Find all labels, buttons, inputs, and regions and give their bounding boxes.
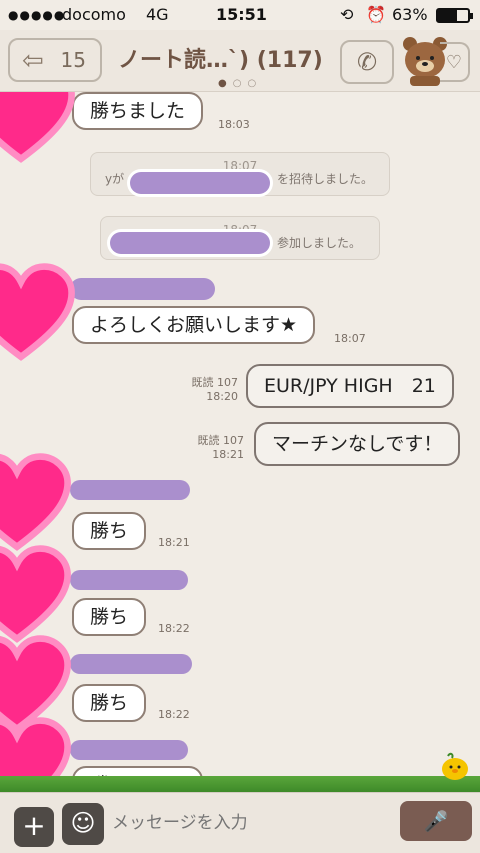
- alarm-icon: ⏰: [366, 5, 386, 24]
- message-time: 18:20: [206, 390, 238, 403]
- message-bubble[interactable]: よろしくお願いします★: [72, 306, 316, 344]
- message-time: 18:21: [158, 536, 190, 549]
- page-dot: ○: [247, 78, 263, 89]
- redacted-sender-name: [70, 480, 190, 500]
- chick-icon: [442, 752, 468, 780]
- message-input-bar: + ☺ 🎤: [0, 792, 480, 853]
- redacted-sender-name: [70, 654, 192, 674]
- read-receipt: 既読 107: [191, 376, 239, 389]
- plus-button[interactable]: +: [14, 807, 54, 847]
- menu-button[interactable]: ♡: [440, 42, 470, 82]
- battery-percent: 63%: [392, 5, 428, 24]
- message-bubble[interactable]: 勝ち: [72, 684, 147, 722]
- my-message-bubble[interactable]: マーチンなしです！: [254, 422, 461, 466]
- rotation-lock-icon: ⟲: [340, 5, 354, 24]
- message-time: 18:21: [212, 448, 244, 461]
- voice-button[interactable]: 🎤: [400, 801, 472, 841]
- page-indicator: ●○○: [218, 78, 262, 89]
- message-time: 18:22: [158, 708, 190, 721]
- my-message-bubble[interactable]: EUR/JPY HIGH 21: [246, 364, 454, 408]
- call-button[interactable]: ✆: [340, 40, 394, 84]
- back-arrow-icon: ⇦: [22, 46, 44, 76]
- page-dot: ○: [232, 78, 248, 89]
- system-prefix: yが: [105, 172, 125, 186]
- plus-icon: +: [22, 809, 46, 842]
- signal-strength: ●●●●●: [8, 8, 66, 22]
- microphone-icon: 🎤: [423, 809, 449, 833]
- message-time: 18:22: [158, 622, 190, 635]
- status-bar: ●●●●● docomo 4G 15:51 ⟲ ⏰ 63%: [0, 0, 480, 30]
- chat-timeline[interactable]: 勝ちました 18:03 18:07 yが を招待しました。 18:07 参加しま…: [0, 92, 480, 792]
- back-button[interactable]: ⇦ 15: [8, 38, 102, 82]
- emoji-button[interactable]: ☺: [62, 803, 104, 845]
- message-time: 18:03: [218, 118, 250, 131]
- message-input[interactable]: [112, 805, 382, 841]
- grass-decoration: [0, 776, 480, 792]
- redacted-sender-name: [70, 740, 188, 760]
- message-meta: 既読 107 18:20: [184, 376, 239, 404]
- message-bubble[interactable]: 勝ちました: [72, 92, 204, 130]
- phone-icon: ✆: [356, 48, 378, 76]
- heart-icon: [0, 92, 75, 163]
- redacted-sender-name: [70, 570, 188, 590]
- message-bubble[interactable]: 勝ち: [72, 598, 147, 636]
- message-time: 18:07: [334, 332, 366, 345]
- network-type: 4G: [146, 5, 169, 24]
- system-text: 参加しました。: [277, 236, 362, 250]
- smiley-icon: ☺: [70, 809, 96, 837]
- read-receipt: 既読 107: [197, 434, 245, 447]
- chat-header: ⇦ 15 ノート読…`) (117) ●○○ ✆ ♡: [0, 30, 480, 92]
- chat-title[interactable]: ノート読…`) (117): [118, 42, 323, 74]
- redacted-sender-name: [70, 278, 215, 300]
- system-text: を招待しました。: [277, 172, 374, 186]
- redaction-bar: [130, 172, 270, 194]
- redaction-bar: [110, 232, 270, 254]
- heart-icon: [0, 263, 75, 361]
- battery-icon: [436, 8, 473, 23]
- message-bubble[interactable]: 勝ち: [72, 512, 147, 550]
- carrier-name: docomo: [62, 5, 126, 24]
- chevron-down-icon: ♡: [445, 52, 463, 73]
- page-dot-active: ●: [218, 78, 233, 89]
- back-count: 15: [60, 48, 86, 72]
- message-meta: 既読 107 18:21: [190, 434, 245, 462]
- clock: 15:51: [216, 5, 267, 24]
